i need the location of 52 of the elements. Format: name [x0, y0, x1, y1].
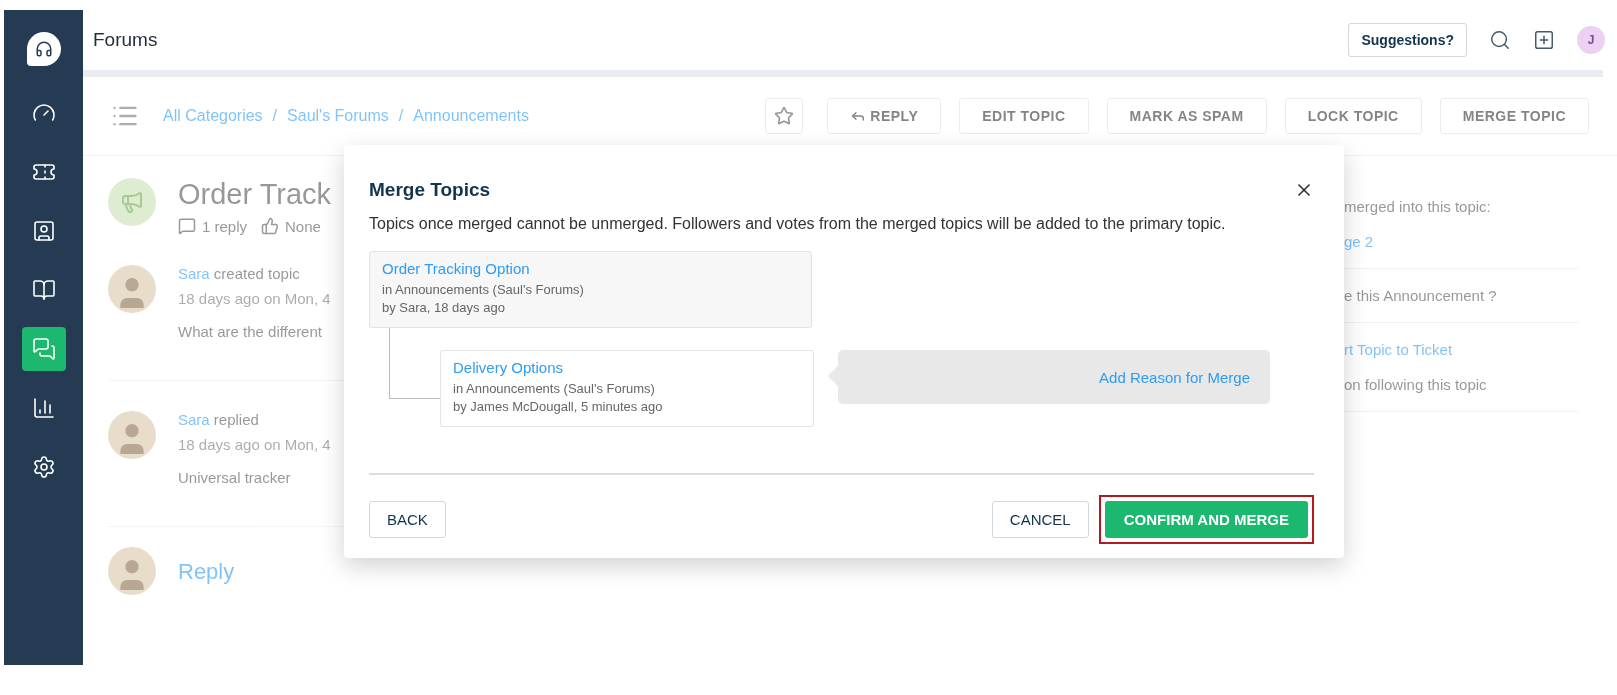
user-avatar	[108, 411, 156, 459]
topic-byline: by James McDougall, 5 minutes ago	[453, 399, 664, 414]
topic-category: in Announcements (Saul's Forums)	[453, 381, 656, 396]
user-avatar	[108, 547, 156, 595]
side-text: e this Announcement ?	[1344, 287, 1498, 304]
post-author-line: Sara replied	[178, 411, 260, 428]
search-icon[interactable]	[1489, 29, 1511, 51]
reply-count: 1 reply	[202, 217, 248, 235]
reply-prompt[interactable]: Reply	[178, 559, 235, 585]
topic-link[interactable]: Order Tracking Option	[382, 260, 799, 277]
topic-link[interactable]: Delivery Options	[453, 359, 801, 376]
user-avatar[interactable]: J	[1577, 26, 1605, 54]
add-icon[interactable]	[1533, 29, 1555, 51]
toolbar-button[interactable]: MARK AS SPAM	[1106, 98, 1267, 134]
topic-category: in Announcements (Saul's Forums)	[382, 282, 585, 297]
post-body: Universal tracker	[178, 469, 292, 486]
topic-title: Order Track	[178, 178, 332, 211]
breadcrumb-link[interactable]: Saul's Forums	[287, 107, 389, 125]
star-icon	[774, 106, 795, 126]
suggestions-button[interactable]: Suggestions?	[1348, 23, 1467, 57]
side-link[interactable]: rt Topic to Ticket	[1344, 341, 1579, 358]
side-link[interactable]: ge 2	[1344, 233, 1579, 250]
user-avatar	[108, 265, 156, 313]
post-time: 18 days ago on Mon, 4	[178, 290, 331, 307]
post-body: What are the different	[178, 323, 323, 340]
topic-byline: by Sara, 18 days ago	[382, 300, 506, 315]
page-title: Forums	[93, 29, 159, 51]
dialog-title: Merge Topics	[369, 179, 491, 201]
toolbar-button[interactable]: EDIT TOPIC	[959, 98, 1089, 134]
toolbar-button[interactable]: REPLY	[827, 98, 942, 134]
toolbar-button[interactable]: MERGE TOPIC	[1439, 98, 1589, 134]
post-author-line: Sara created topic	[178, 265, 301, 282]
breadcrumb-separator: /	[272, 107, 278, 125]
cancel-button[interactable]: CANCEL	[991, 501, 1089, 538]
breadcrumb-link[interactable]: All Categories	[163, 107, 263, 125]
star-button[interactable]	[765, 98, 804, 134]
megaphone-icon	[108, 178, 156, 226]
breadcrumb-separator: /	[398, 107, 404, 125]
dialog-description: Topics once merged cannot be unmerged. Followers and votes from the merged topics will be added to the primary topic.	[369, 215, 1227, 233]
back-button[interactable]: BACK	[369, 501, 446, 538]
vote-count: None	[285, 217, 321, 235]
comment-icon	[178, 217, 196, 235]
logo-icon	[26, 32, 61, 66]
side-text: merged into this topic:	[1344, 198, 1492, 215]
breadcrumb-link[interactable]: Announcements	[413, 107, 529, 125]
thumbs-up-icon	[261, 217, 280, 235]
confirm-merge-button[interactable]: CONFIRM AND MERGE	[1104, 501, 1308, 538]
toolbar-button[interactable]: LOCK TOPIC	[1284, 98, 1422, 134]
post-time: 18 days ago on Mon, 4	[178, 436, 331, 453]
add-reason-link[interactable]: Add Reason for Merge	[1099, 368, 1250, 386]
side-text: on following this topic	[1344, 376, 1488, 393]
chat-icon[interactable]	[21, 327, 66, 371]
